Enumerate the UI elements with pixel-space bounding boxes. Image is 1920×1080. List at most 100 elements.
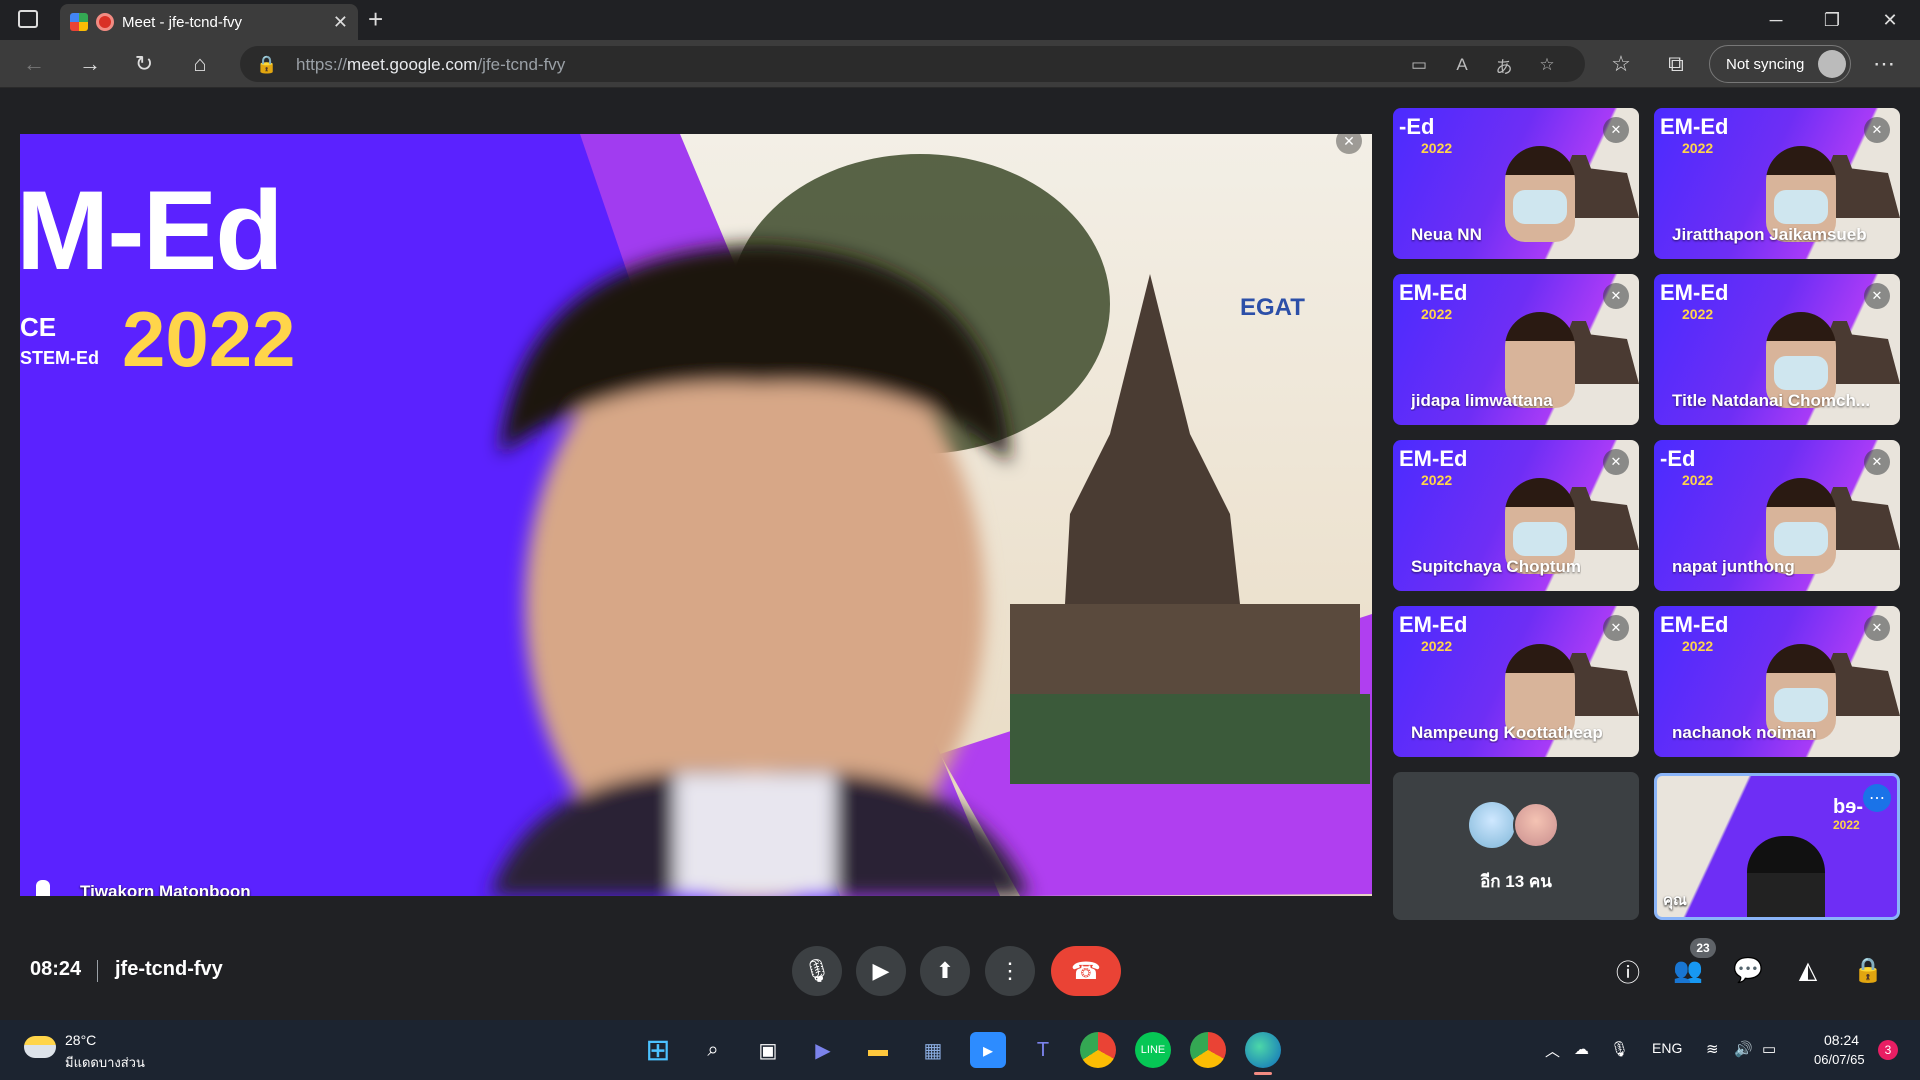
tab-actions-icon[interactable]	[18, 10, 38, 28]
new-tab-button[interactable]: +	[368, 4, 383, 35]
onedrive-icon[interactable]: ☁	[1574, 1040, 1589, 1058]
search-icon[interactable]: ⌕	[695, 1032, 731, 1068]
weather-desc[interactable]: มีแดดบางส่วน	[65, 1052, 145, 1073]
participant-tile[interactable]: EM-Ed 2022 ✕ Nampeung Koottatheap	[1393, 606, 1639, 757]
add-favorite-icon[interactable]: ☆	[1536, 54, 1558, 76]
self-person	[1747, 836, 1825, 917]
home-button[interactable]: ⌂	[184, 50, 216, 78]
participant-tile[interactable]: EM-Ed 2022 ✕ nachanok noiman	[1654, 606, 1900, 757]
profile-sync-button[interactable]: Not syncing	[1709, 45, 1851, 83]
meeting-time: 08:24	[30, 958, 82, 980]
mic-off-icon: ✕	[1864, 615, 1890, 641]
participant-tile[interactable]: EM-Ed 2022 ✕ Supitchaya Choptum	[1393, 440, 1639, 591]
wifi-icon[interactable]: ≋	[1706, 1040, 1719, 1058]
face-mask	[1774, 688, 1828, 722]
tile-backdrop-year: 2022	[1682, 140, 1714, 156]
face-mask	[1513, 522, 1567, 556]
photos-icon[interactable]: ▦	[915, 1032, 951, 1068]
forward-button[interactable]: →	[74, 50, 106, 78]
language-indicator[interactable]: ENG	[1652, 1040, 1682, 1056]
camera-in-use-icon[interactable]: ▭	[1408, 54, 1430, 76]
tile-backdrop-stem: EM-Ed	[1660, 280, 1729, 305]
battery-icon[interactable]: ▭	[1762, 1040, 1776, 1058]
more-menu-icon[interactable]: ⋯	[1868, 50, 1900, 78]
host-controls-button[interactable]: 🔒	[1848, 950, 1888, 990]
teams-chat-icon[interactable]: ▶	[805, 1032, 841, 1068]
leave-call-button[interactable]: ☎	[1051, 946, 1121, 996]
participant-name: jidapa limwattana	[1411, 391, 1553, 410]
chrome-icon[interactable]	[1080, 1032, 1116, 1068]
browser-tab-meet[interactable]: Meet - jfe-tcnd-fvy ✕	[60, 4, 358, 40]
weather-icon[interactable]	[24, 1036, 56, 1058]
collections-icon[interactable]: ⧉	[1660, 50, 1692, 78]
participant-name: napat junthong	[1672, 557, 1795, 576]
active-app-indicator	[1254, 1072, 1272, 1075]
task-view-icon[interactable]: ▣	[750, 1032, 786, 1068]
tab-title: Meet - jfe-tcnd-fvy	[122, 13, 243, 31]
weather-temp[interactable]: 28°C	[65, 1032, 96, 1048]
self-options-icon[interactable]: ⋯	[1863, 784, 1891, 812]
participant-tile[interactable]: -Ed 2022 ✕ napat junthong	[1654, 440, 1900, 591]
self-view-tile[interactable]: bɘ- 2022 ⋯ คุณ	[1654, 773, 1900, 920]
chrome-profile-icon[interactable]	[1190, 1032, 1226, 1068]
restore-button[interactable]: ❐	[1812, 6, 1852, 34]
mic-tray-icon[interactable]: 🎙	[1610, 1040, 1629, 1058]
more-vert-icon: ⋮	[999, 958, 1021, 983]
teams-icon[interactable]: T	[1025, 1032, 1061, 1068]
start-button[interactable]: ⊞	[640, 1032, 676, 1068]
meeting-details-button[interactable]: ⓘ	[1608, 950, 1648, 990]
avatar	[1513, 802, 1559, 848]
mic-off-icon: ✕	[1603, 449, 1629, 475]
file-explorer-icon[interactable]: ▬	[860, 1032, 896, 1068]
clock-time[interactable]: 08:24	[1824, 1032, 1859, 1048]
backdrop-title-text: M-Ed	[20, 168, 284, 293]
clock-date[interactable]: 06/07/65	[1814, 1052, 1865, 1067]
activities-button[interactable]: ◭	[1788, 950, 1828, 990]
zoom-icon[interactable]: ▸	[970, 1032, 1006, 1068]
line-icon[interactable]: LINE	[1135, 1032, 1171, 1068]
notification-badge[interactable]: 3	[1878, 1040, 1898, 1060]
volume-icon[interactable]: 🔊	[1734, 1040, 1753, 1058]
camera-button[interactable]: ▶	[856, 946, 906, 996]
main-speaker-video[interactable]: M-Ed CE STEM-Ed 2022 EGAT ✕ Tiwakorn Mat…	[20, 134, 1372, 896]
reload-button[interactable]: ↻	[128, 50, 160, 78]
read-aloud-icon[interactable]: A	[1451, 54, 1473, 76]
participant-tile[interactable]: EM-Ed 2022 ✕ Jiratthapon Jaikamsueb	[1654, 108, 1900, 259]
more-options-button[interactable]: ⋮	[985, 946, 1035, 996]
pin-icon[interactable]	[36, 880, 50, 896]
present-screen-button[interactable]: ⬆	[920, 946, 970, 996]
participant-name: Supitchaya Choptum	[1411, 557, 1582, 576]
backdrop-sub1-text: CE	[20, 312, 57, 342]
translate-icon[interactable]: あ	[1493, 54, 1515, 77]
edge-icon[interactable]	[1245, 1032, 1281, 1068]
close-window-button[interactable]: ✕	[1870, 6, 1910, 34]
participant-tile[interactable]: EM-Ed 2022 ✕ Title Natdanai Chomch...	[1654, 274, 1900, 425]
activities-icon: ◭	[1798, 956, 1818, 984]
camera-icon: ▶	[872, 958, 890, 983]
speaker-name-label: Tiwakorn Matonboon	[80, 882, 251, 896]
lock-icon[interactable]: 🔒	[256, 54, 278, 76]
mic-off-icon: ✕	[1603, 283, 1629, 309]
chat-button[interactable]: 💬	[1728, 950, 1768, 990]
profile-avatar	[1818, 50, 1846, 78]
tile-backdrop-year: 2022	[1421, 306, 1453, 322]
address-bar[interactable]: 🔒 https://meet.google.com/jfe-tcnd-fvy ▭…	[240, 46, 1585, 82]
microphone-icon: 🎙	[803, 958, 831, 983]
tile-backdrop-year: 2022	[1682, 638, 1714, 654]
meet-control-bar: 08:24 jfe-tcnd-fvy 🎙 ▶ ⬆ ⋮ ☎ ⓘ 👥 23 💬 ◭ …	[0, 930, 1920, 1020]
close-tab-icon[interactable]: ✕	[333, 12, 348, 33]
people-button[interactable]: 👥 23	[1668, 938, 1716, 990]
participant-tile[interactable]: -Ed 2022 ✕ Neua NN	[1393, 108, 1639, 259]
url-text[interactable]: https://meet.google.com/jfe-tcnd-fvy	[296, 55, 565, 75]
minimize-button[interactable]: ─	[1756, 6, 1796, 34]
self-backdrop-stem: bɘ-	[1833, 796, 1863, 818]
back-button[interactable]: ←	[18, 50, 50, 78]
microphone-button[interactable]: 🎙	[792, 946, 842, 996]
participant-tile[interactable]: EM-Ed 2022 ✕ jidapa limwattana	[1393, 274, 1639, 425]
mic-off-icon: ✕	[1603, 117, 1629, 143]
participant-name: nachanok noiman	[1672, 723, 1817, 742]
more-participants-tile[interactable]: อีก 13 คน	[1393, 772, 1639, 920]
chevron-up-icon[interactable]: ︿	[1545, 1040, 1560, 1061]
favorites-icon[interactable]: ☆	[1605, 50, 1637, 78]
chat-icon: 💬	[1733, 956, 1763, 984]
